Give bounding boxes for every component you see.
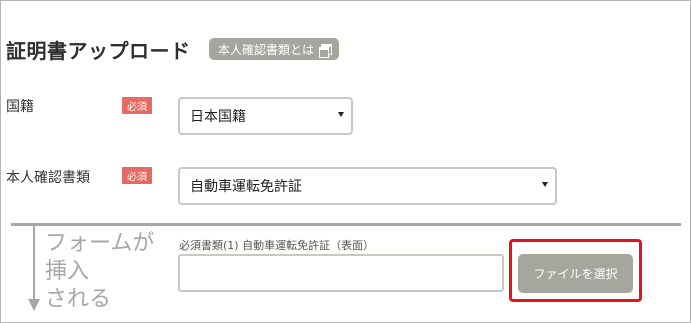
page-title: 証明書アップロード bbox=[6, 39, 191, 63]
upload-caption: 必須書類(1) 自動車運転免許証（表面） bbox=[179, 239, 375, 252]
highlight-box bbox=[509, 239, 642, 302]
arrow-head-icon bbox=[28, 299, 40, 311]
id-document-select[interactable]: 自動車運転免許証 bbox=[178, 167, 557, 205]
nationality-select[interactable]: 日本国籍 bbox=[178, 97, 353, 135]
inserted-form-note: フォームが 挿入 される bbox=[45, 231, 155, 312]
id-document-selected-value: 自動車運転免許証 bbox=[190, 179, 302, 195]
arrow-down-icon bbox=[33, 226, 35, 300]
document-help-button[interactable]: 本人確認書類とは bbox=[209, 38, 339, 60]
window-icon bbox=[319, 44, 332, 58]
id-document-required-badge: 必須 bbox=[122, 167, 152, 184]
caret-down-icon bbox=[338, 112, 344, 117]
caret-down-icon bbox=[542, 182, 548, 187]
nationality-label: 国籍 bbox=[6, 99, 34, 115]
file-name-field[interactable] bbox=[178, 254, 504, 292]
inserted-form-divider bbox=[11, 223, 681, 226]
help-badge-label: 本人確認書類とは bbox=[217, 42, 314, 57]
page-frame: 証明書アップロード 本人確認書類とは 国籍 必須 日本国籍 本人確認書類 必須 … bbox=[0, 0, 691, 323]
id-document-label: 本人確認書類 bbox=[6, 170, 90, 186]
nationality-selected-value: 日本国籍 bbox=[190, 109, 246, 125]
nationality-required-badge: 必須 bbox=[122, 97, 152, 114]
